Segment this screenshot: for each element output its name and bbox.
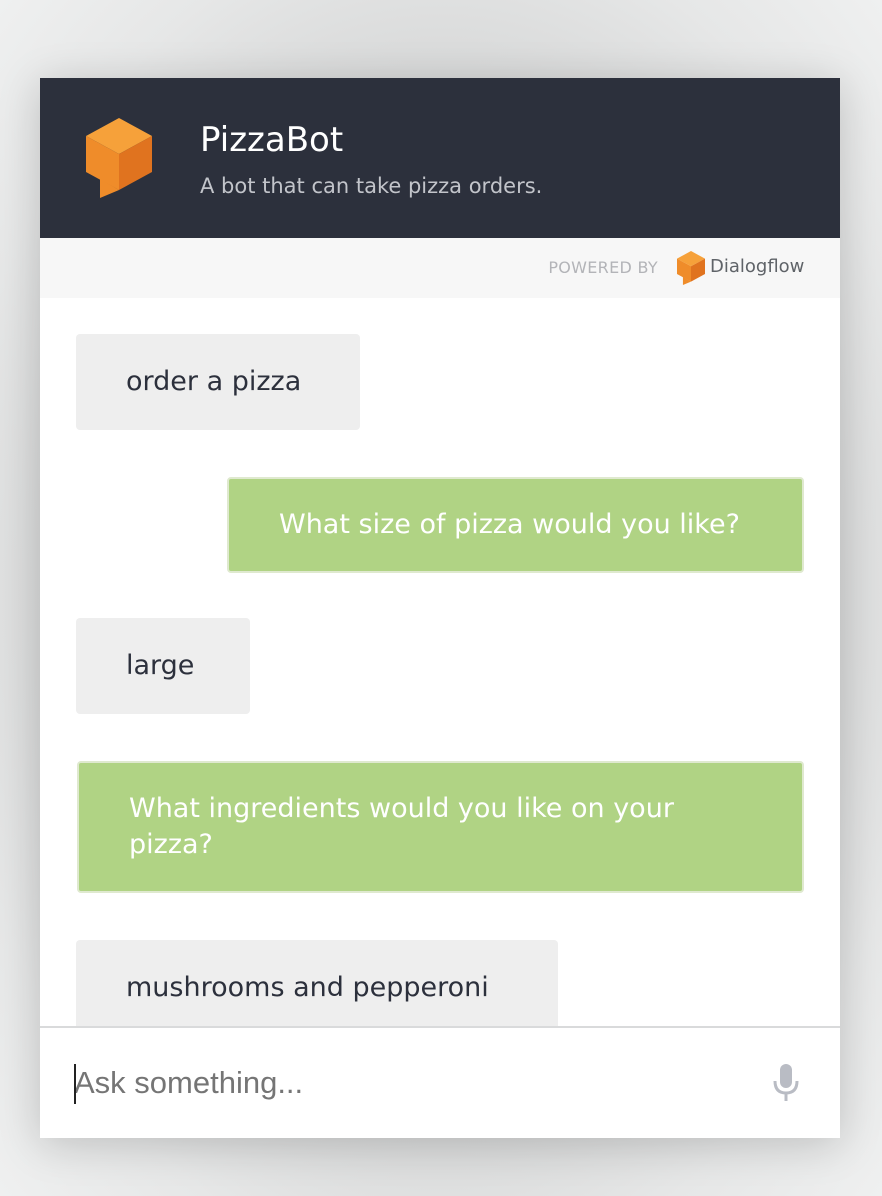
message-input-bar [40,1026,840,1138]
message-list[interactable]: order a pizza What size of pizza would y… [40,298,840,1026]
message-input[interactable] [74,1058,754,1108]
dialogflow-cube-icon [86,118,152,198]
bot-message: What size of pizza would you like? [227,477,804,573]
bot-message: What ingredients would you like on your … [77,761,804,893]
user-message: order a pizza [76,334,360,430]
bot-subtitle: A bot that can take pizza orders. [200,174,543,198]
user-message: large [76,618,250,714]
user-message: mushrooms and pepperoni [76,940,558,1026]
chat-header: PizzaBot A bot that can take pizza order… [40,78,840,238]
dialogflow-brand-link[interactable]: Dialogflow [710,254,804,280]
text-caret [74,1064,76,1104]
bot-title: PizzaBot [200,120,344,160]
chat-widget: PizzaBot A bot that can take pizza order… [40,78,840,1138]
dialogflow-cube-icon [677,251,705,285]
powered-by-label: POWERED BY [548,258,658,277]
powered-by-bar: POWERED BY Dialogflow [40,238,840,298]
microphone-icon[interactable] [772,1064,800,1102]
